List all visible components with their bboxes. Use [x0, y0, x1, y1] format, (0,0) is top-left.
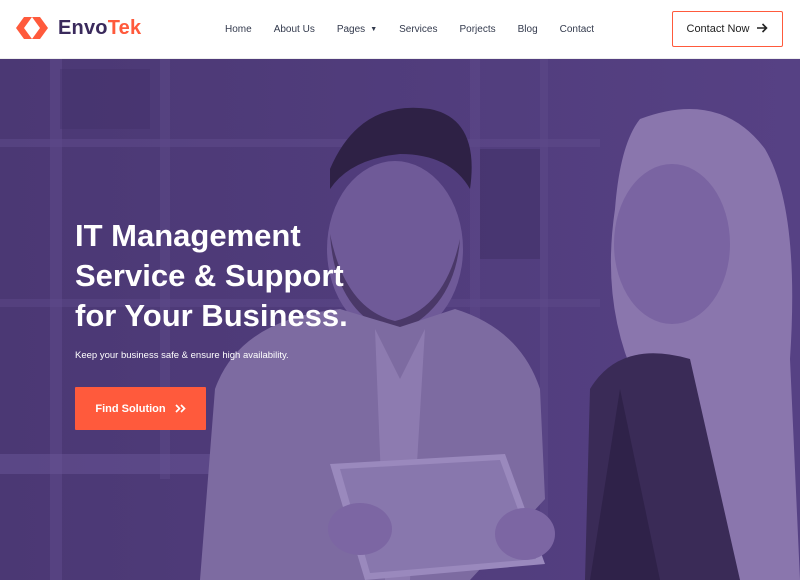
nav-item-contact[interactable]: Contact: [560, 24, 594, 35]
brand-logo[interactable]: EnvoTek: [16, 15, 141, 41]
envotek-logo-icon: [16, 15, 48, 41]
contact-now-button[interactable]: Contact Now: [672, 11, 783, 47]
nav-item-blog[interactable]: Blog: [518, 24, 538, 35]
site-header: EnvoTek Home About Us Pages ▼ Services Po…: [0, 0, 800, 59]
hero-section: IT Management Service & Support for Your…: [0, 59, 800, 580]
main-nav: Home About Us Pages ▼ Services Porjects B…: [225, 0, 616, 59]
nav-item-services[interactable]: Services: [399, 24, 437, 35]
nav-item-pages[interactable]: Pages ▼: [337, 24, 377, 35]
double-chevron-right-icon: [175, 402, 186, 416]
brand-name: EnvoTek: [58, 16, 142, 39]
arrow-right-icon: [757, 22, 769, 36]
hero-title: IT Management Service & Support for Your…: [75, 218, 348, 333]
nav-item-home[interactable]: Home: [225, 24, 252, 35]
nav-item-about-us[interactable]: About Us: [274, 24, 315, 35]
nav-item-projects[interactable]: Porjects: [459, 24, 495, 35]
chevron-down-icon: ▼: [370, 26, 378, 33]
hero-subtitle: Keep your business safe & ensure high av…: [75, 350, 289, 361]
find-solution-button[interactable]: Find Solution: [75, 387, 206, 430]
